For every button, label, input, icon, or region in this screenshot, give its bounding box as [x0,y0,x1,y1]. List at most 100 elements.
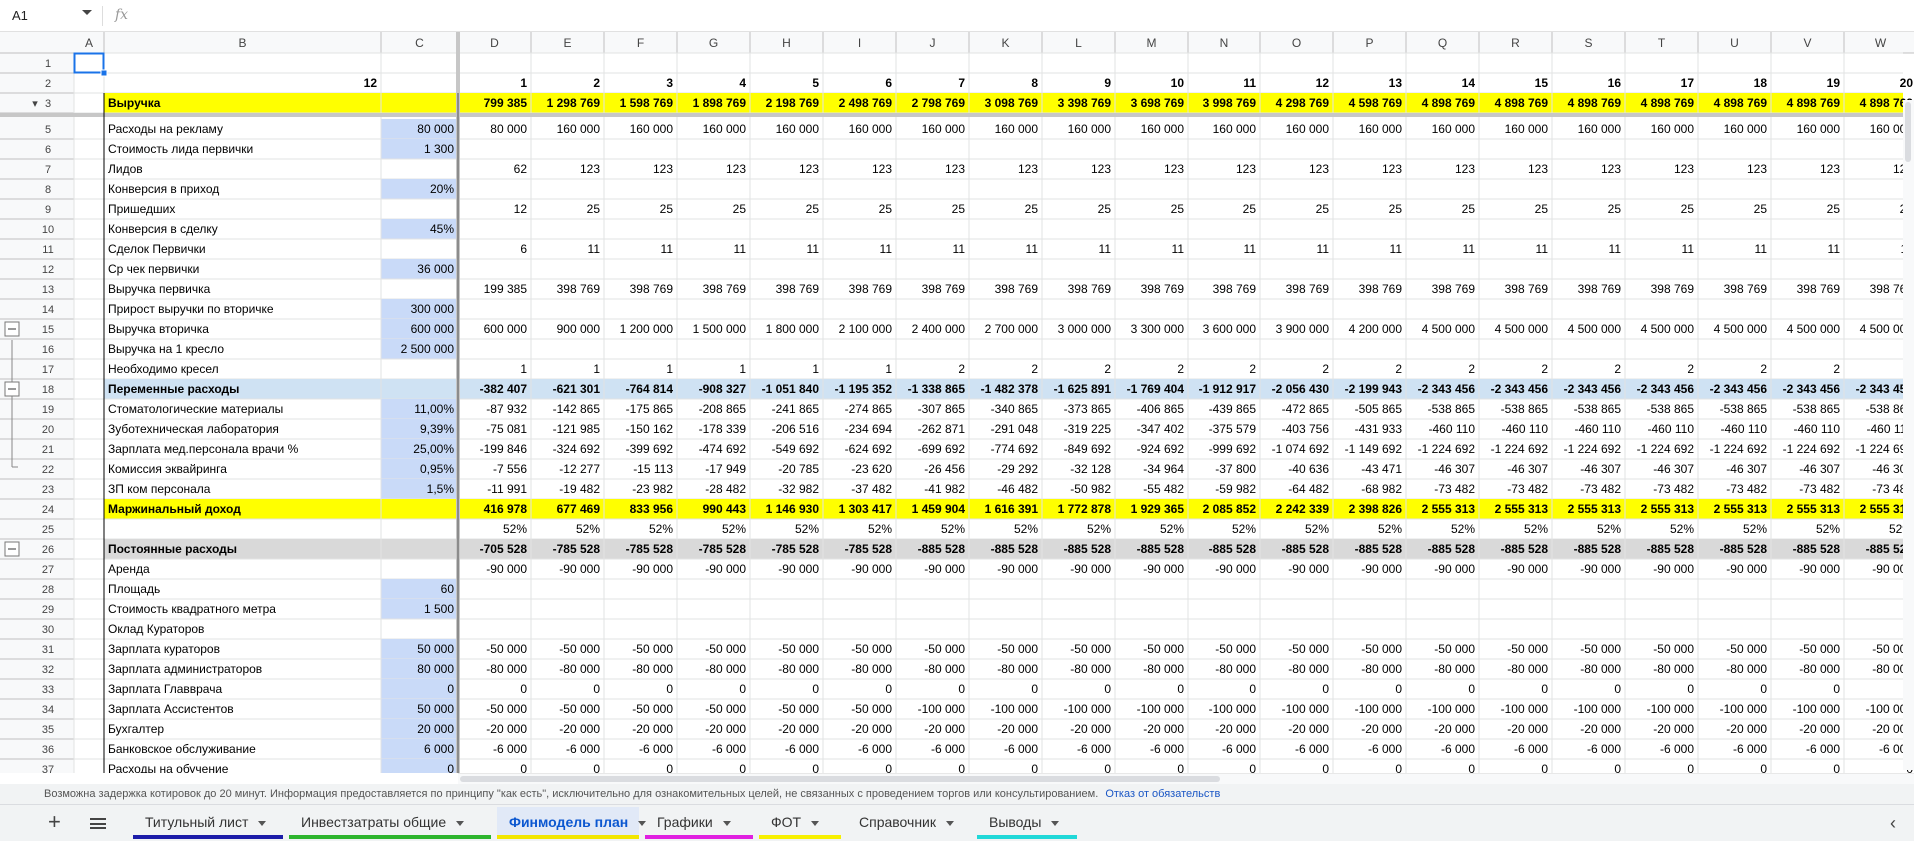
cell[interactable]: -150 162 [626,422,674,436]
cell[interactable]: 1 800 000 [766,322,820,336]
cell[interactable]: -20 000 [1143,722,1184,736]
cell[interactable]: Стоматологические материалы [108,402,283,416]
cell[interactable]: -6 000 [858,742,892,756]
cell[interactable]: 25 [952,202,966,216]
row-header[interactable]: 7 [45,164,51,176]
cell[interactable]: 3 900 000 [1276,322,1330,336]
cell[interactable]: -885 528 [1209,542,1257,556]
cell[interactable]: Конверсия в сделку [108,222,218,236]
cell[interactable]: 2 [593,76,600,90]
cell[interactable]: -50 000 [1070,642,1111,656]
cell[interactable]: 160 000 [1359,122,1403,136]
cell[interactable]: 1 459 904 [912,502,966,516]
cell[interactable]: 123 [1747,162,1767,176]
cell[interactable]: 52% [1232,522,1256,536]
cell[interactable]: -2 343 456 [1637,382,1695,396]
cell[interactable]: -538 865 [1501,402,1549,416]
cell[interactable]: -241 865 [772,402,820,416]
cell[interactable]: -80 000 [1070,662,1111,676]
cell[interactable]: Стоимость квадратного метра [108,602,276,616]
cell[interactable]: 25 [1098,202,1112,216]
cell[interactable]: -999 692 [1209,442,1257,456]
cell[interactable]: 398 769 [1432,282,1476,296]
cell[interactable]: -80 000 [1215,662,1256,676]
cell[interactable]: 12 [364,76,378,90]
cell[interactable]: 2 100 000 [839,322,893,336]
cell[interactable]: -50 982 [1070,482,1111,496]
cell[interactable]: 398 769 [1724,282,1768,296]
cell[interactable]: -90 000 [924,562,965,576]
cell[interactable]: -50 000 [778,642,819,656]
cell[interactable]: Оклад Кураторов [108,622,204,636]
cell[interactable]: 12 [514,202,528,216]
cell[interactable]: -90 000 [1143,562,1184,576]
cell[interactable]: -90 000 [486,562,527,576]
cell[interactable]: -1 149 692 [1345,442,1403,456]
cell[interactable]: 0 [1322,762,1329,773]
sheet-tab[interactable]: Выводы [977,807,1077,839]
cell[interactable]: Стоимость лида первички [108,142,253,156]
cell[interactable]: 4 898 769 [1568,96,1622,110]
cell[interactable]: 25,00% [413,442,454,456]
cell[interactable]: -324 692 [553,442,601,456]
cell[interactable]: -885 528 [918,542,966,556]
cell[interactable]: -785 528 [699,542,747,556]
cell[interactable]: 0 [1177,762,1184,773]
cell[interactable]: 25 [733,202,747,216]
cell[interactable]: -924 692 [1137,442,1185,456]
cell[interactable]: -17 949 [705,462,746,476]
chevron-down-icon[interactable] [722,820,731,826]
row-header[interactable]: 28 [42,584,54,596]
row-header[interactable]: 36 [42,744,54,756]
cell[interactable]: -175 865 [626,402,674,416]
cell[interactable]: -20 000 [997,722,1038,736]
cell[interactable]: -68 982 [1361,482,1402,496]
cell[interactable]: 52% [1087,522,1111,536]
column-header[interactable]: L [1075,36,1082,50]
cell[interactable]: 160 000 [1797,122,1841,136]
cell[interactable]: Выручка на 1 кресло [108,342,224,356]
cell[interactable]: 11 [1172,242,1185,256]
column-header[interactable]: I [858,36,861,50]
cell[interactable]: -100 000 [1355,702,1403,716]
cell[interactable]: -291 048 [991,422,1039,436]
cell[interactable]: 0 [812,682,819,696]
cell[interactable]: 20 [1900,76,1914,90]
cell[interactable]: -785 528 [626,542,674,556]
cell[interactable]: ЗП ком персонала [108,482,211,496]
cell[interactable]: 52% [1597,522,1621,536]
cell[interactable]: -100 000 [991,702,1039,716]
cell[interactable]: 4 [739,76,746,90]
cell[interactable]: -347 402 [1137,422,1185,436]
cell[interactable]: 0 [1760,682,1767,696]
cell[interactable]: 7 [958,76,965,90]
cell[interactable]: 1 616 391 [985,502,1039,516]
sheet-tab[interactable]: Финмодель план [497,807,647,839]
column-header[interactable]: A [85,36,93,50]
cell[interactable]: 4 500 000 [1422,322,1476,336]
cell[interactable]: -538 865 [1793,402,1841,416]
cell[interactable]: 199 385 [484,282,528,296]
sheet-grid[interactable]: A B C D E F G H I J K L M N O P Q R S T U V W12 12 1 2 3 4 5 6 7 8 9 10 11… [0,0,1914,773]
cell[interactable]: 123 [580,162,600,176]
cell[interactable]: -375 579 [1209,422,1257,436]
cell[interactable]: Ср чек первички [108,262,199,276]
cell[interactable]: 3 000 000 [1058,322,1112,336]
cell[interactable]: 52% [649,522,673,536]
cell[interactable]: 4 598 769 [1349,96,1403,110]
cell[interactable]: -20 000 [1434,722,1475,736]
cell[interactable]: -41 982 [924,482,965,496]
cell[interactable]: 13 [1389,76,1403,90]
cell[interactable]: 398 769 [1286,282,1330,296]
cell[interactable]: 160 000 [776,122,820,136]
cell[interactable]: 25 [1681,202,1695,216]
cell[interactable]: 0 [1395,682,1402,696]
column-header[interactable]: C [415,36,424,50]
cell[interactable]: 4 898 769 [1787,96,1841,110]
cell[interactable]: Лидов [108,162,143,176]
cell[interactable]: 1 500 000 [693,322,747,336]
cell[interactable]: -12 277 [559,462,600,476]
cell[interactable]: 2 555 313 [1495,502,1549,516]
cell[interactable]: -100 000 [1574,702,1622,716]
cell[interactable]: 16 [1608,76,1622,90]
